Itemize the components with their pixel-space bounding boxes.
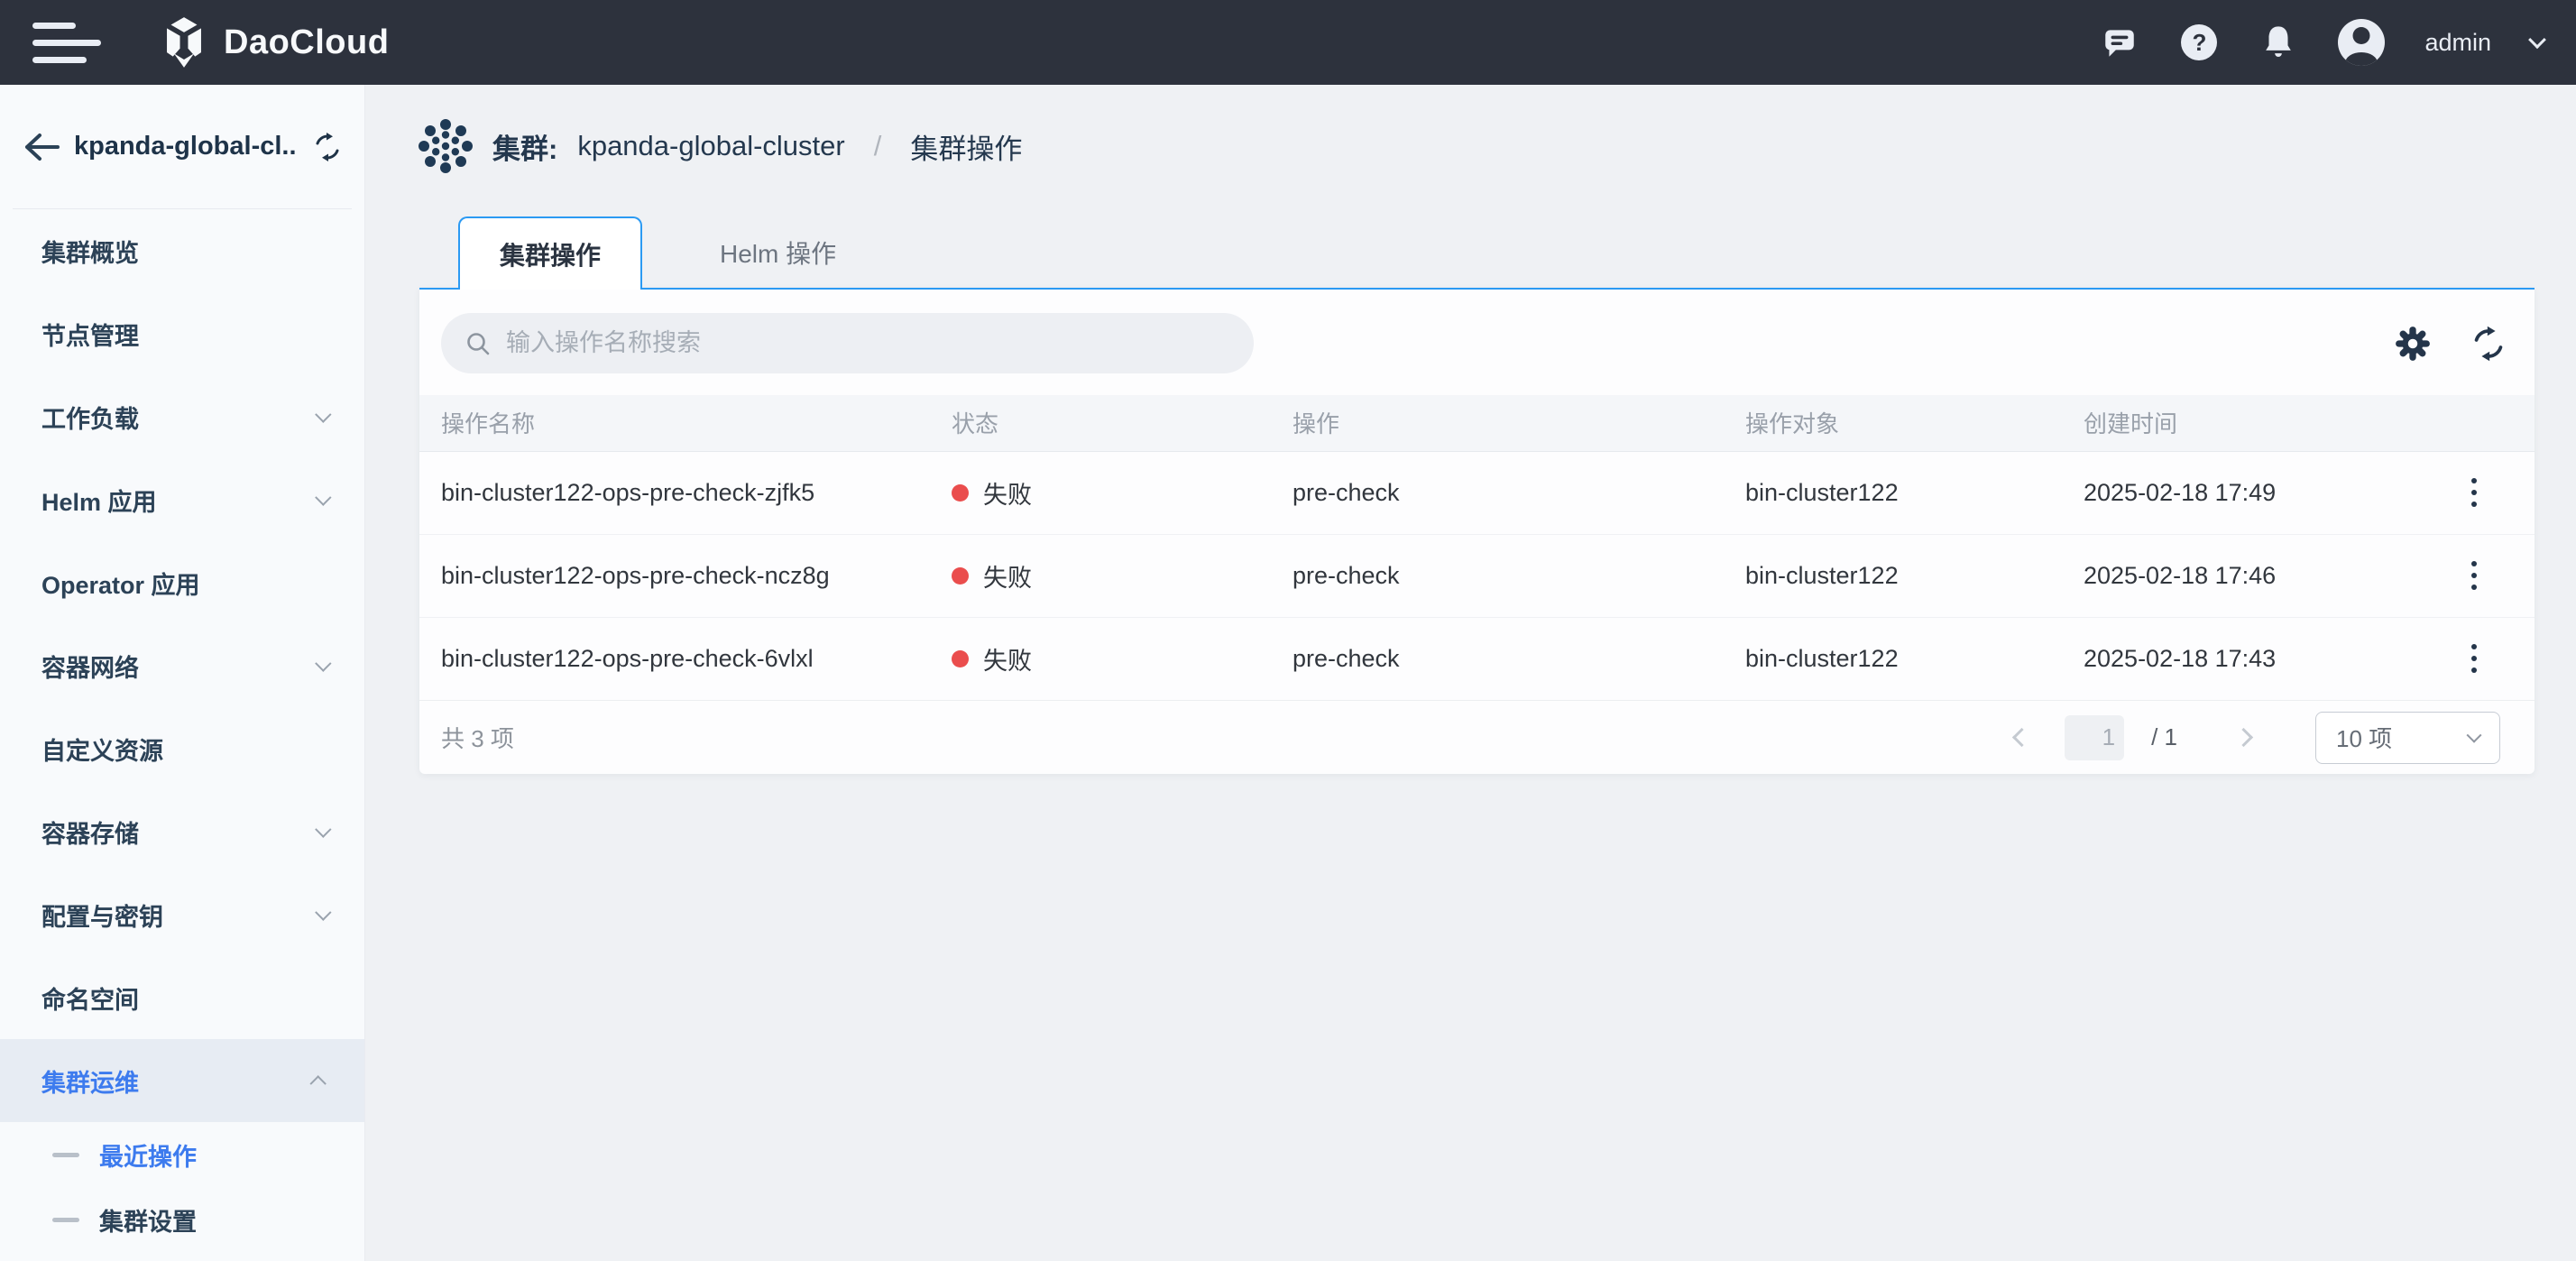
operations-panel: 操作名称 状态 操作 操作对象 创建时间 bin-cluster122-ops-… [419,288,2535,774]
row-actions-kebab-icon[interactable] [2449,552,2499,599]
status-fail-dot-icon [952,484,969,502]
chevron-down-icon [315,489,331,505]
col-action: 操作 [1293,395,1745,451]
page-total: / 1 [2151,723,2177,751]
table-row: bin-cluster122-ops-pre-check-6vlxl 失败 pr… [419,617,2535,700]
status-badge: 失败 [952,641,1293,677]
col-operation-name: 操作名称 [419,395,952,451]
breadcrumb-separator: / [865,130,891,162]
operation-action: pre-check [1293,617,1745,700]
settings-button[interactable] [2394,325,2432,363]
operation-name: bin-cluster122-ops-pre-check-6vlxl [419,617,952,700]
status-fail-dot-icon [952,567,969,584]
row-actions-kebab-icon[interactable] [2449,469,2499,516]
topbar-actions: ? admin [2100,19,2544,66]
sidebar-item-container-network[interactable]: 容器网络 [0,624,364,707]
table-header-row: 操作名称 状态 操作 操作对象 创建时间 [419,395,2535,451]
status-badge: 失败 [952,475,1293,511]
search-icon [465,330,492,357]
search-box[interactable] [441,313,1254,373]
col-target: 操作对象 [1745,395,2084,451]
username: admin [2424,29,2491,57]
operation-target: bin-cluster122 [1745,617,2084,700]
table-row: bin-cluster122-ops-pre-check-ncz8g 失败 pr… [419,534,2535,617]
operation-action: pre-check [1293,534,1745,617]
operation-name: bin-cluster122-ops-pre-check-ncz8g [419,534,952,617]
status-badge: 失败 [952,558,1293,594]
sidebar-item-custom-resources[interactable]: 自定义资源 [0,707,364,790]
daocloud-logo-icon [159,16,209,69]
row-actions-kebab-icon[interactable] [2449,635,2499,682]
sidebar-subitem-cluster-settings[interactable]: 集群设置 [0,1187,364,1252]
operation-created: 2025-02-18 17:46 [2084,534,2449,617]
sidebar: kpanda-global-cl... 集群概览 节点管理 工作负载 Helm … [0,85,365,1261]
page-size-select[interactable]: 10 项 [2315,712,2500,764]
brand: DaoCloud [159,16,389,69]
operation-name: bin-cluster122-ops-pre-check-zjfk5 [419,451,952,534]
sidebar-header: kpanda-global-cl... [13,85,352,209]
operation-action: pre-check [1293,451,1745,534]
main-content: 集群: kpanda-global-cluster / 集群操作 集群操作 He… [366,85,2576,1261]
pagination: 1 / 1 10 项 [2015,712,2500,764]
chevron-down-icon [315,655,331,671]
total-count: 共 3 项 [441,721,514,754]
dash-icon [52,1153,79,1157]
tab-cluster-operations[interactable]: 集群操作 [458,216,642,290]
gear-icon [2394,325,2432,363]
chevron-down-icon [315,821,331,837]
refresh-button[interactable] [2470,325,2507,363]
sidebar-item-config-secrets[interactable]: 配置与密钥 [0,873,364,956]
brand-name: DaoCloud [224,23,389,62]
sidebar-item-node-management[interactable]: 节点管理 [0,292,364,375]
avatar[interactable] [2338,19,2385,66]
chevron-down-icon [315,904,331,920]
messages-icon[interactable] [2100,23,2139,62]
breadcrumb-cluster-name[interactable]: kpanda-global-cluster [577,130,844,162]
sidebar-item-helm-apps[interactable]: Helm 应用 [0,458,364,541]
help-icon[interactable]: ? [2179,23,2219,62]
breadcrumb: 集群: kpanda-global-cluster / 集群操作 [419,119,2576,173]
next-page-chevron-right-icon[interactable] [2234,728,2253,747]
table-footer: 共 3 项 1 / 1 10 项 [419,700,2535,774]
dash-icon [52,1218,79,1222]
back-icon[interactable] [22,132,60,162]
col-status: 状态 [952,395,1293,451]
switch-cluster-icon[interactable] [312,132,343,162]
cluster-icon [419,119,473,173]
col-created: 创建时间 [2084,395,2449,451]
sidebar-item-operator-apps[interactable]: Operator 应用 [0,541,364,624]
tab-bar: 集群操作 Helm 操作 [419,216,2535,288]
refresh-icon [2470,325,2507,363]
status-fail-dot-icon [952,650,969,667]
breadcrumb-current: 集群操作 [910,126,1022,167]
sidebar-item-cluster-overview[interactable]: 集群概览 [0,209,364,292]
page-input[interactable]: 1 [2065,715,2124,760]
operation-created: 2025-02-18 17:43 [2084,617,2449,700]
operation-target: bin-cluster122 [1745,534,2084,617]
sidebar-item-namespaces[interactable]: 命名空间 [0,956,364,1039]
operations-table: 操作名称 状态 操作 操作对象 创建时间 bin-cluster122-ops-… [419,395,2535,700]
sidebar-item-workloads[interactable]: 工作负载 [0,375,364,458]
prev-page-chevron-left-icon[interactable] [2012,728,2031,747]
sidebar-item-cluster-ops[interactable]: 集群运维 [0,1039,364,1122]
notifications-icon[interactable] [2259,23,2298,62]
tab-helm-operations[interactable]: Helm 操作 [642,216,914,288]
chevron-up-icon [309,1075,326,1091]
breadcrumb-prefix: 集群: [492,126,557,167]
sidebar-item-container-storage[interactable]: 容器存储 [0,790,364,873]
table-row: bin-cluster122-ops-pre-check-zjfk5 失败 pr… [419,451,2535,534]
table-toolbar [419,290,2535,395]
sidebar-subitem-recent-operations[interactable]: 最近操作 [0,1122,364,1187]
cluster-name: kpanda-global-cl... [74,132,298,161]
chevron-down-icon [2467,727,2482,742]
operation-created: 2025-02-18 17:49 [2084,451,2449,534]
user-menu-chevron-down-icon[interactable] [2528,31,2546,49]
search-input[interactable] [506,329,1230,357]
chevron-down-icon [315,406,331,422]
menu-toggle-icon[interactable] [32,23,105,63]
operation-target: bin-cluster122 [1745,451,2084,534]
topbar: DaoCloud ? admin [0,0,2576,85]
